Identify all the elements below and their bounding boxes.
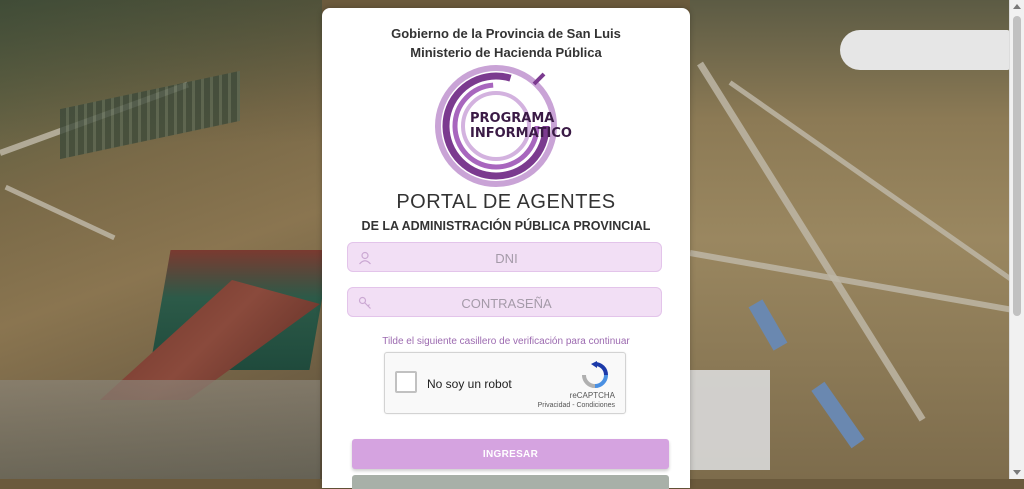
key-icon <box>358 296 371 309</box>
scroll-down-icon[interactable] <box>1013 470 1021 475</box>
government-header: Gobierno de la Provincia de San Luis Min… <box>322 24 690 62</box>
logo-line2: INFORMATICO <box>470 126 572 141</box>
recaptcha-widget: No soy un robot reCAPTCHA Privacidad - C… <box>384 352 626 414</box>
captcha-hint: Tilde el siguiente casillero de verifica… <box>382 336 630 347</box>
recaptcha-links[interactable]: Privacidad - Condiciones <box>538 402 615 409</box>
portal-title: PORTAL DE AGENTES <box>396 191 616 213</box>
logo-line1: PROGRAMA <box>470 111 554 126</box>
recaptcha-icon <box>582 361 608 388</box>
scrollbar-thumb[interactable] <box>1013 16 1021 316</box>
government-name: Gobierno de la Provincia de San Luis <box>391 26 621 41</box>
login-card: Gobierno de la Provincia de San Luis Min… <box>322 8 690 489</box>
password-input[interactable] <box>348 288 665 318</box>
background-right-aerial <box>689 0 1024 479</box>
dni-input[interactable] <box>348 243 665 273</box>
login-button[interactable]: INGRESAR <box>352 439 669 469</box>
recaptcha-label: No soy un robot <box>427 377 512 391</box>
background-left-aerial <box>0 0 331 479</box>
scroll-up-icon[interactable] <box>1013 4 1021 9</box>
portal-subtitle: DE LA ADMINISTRACIÓN PÚBLICA PROVINCIAL <box>361 219 651 233</box>
secondary-button[interactable] <box>352 475 669 489</box>
recaptcha-brand: reCAPTCHA <box>569 391 615 400</box>
ministry-name: Ministerio de Hacienda Pública <box>410 45 602 60</box>
password-field[interactable] <box>347 287 665 318</box>
page-scrollbar[interactable] <box>1009 0 1024 479</box>
recaptcha-checkbox[interactable] <box>395 371 417 393</box>
programa-informatico-logo: PROGRAMA INFORMATICO <box>435 65 572 187</box>
dni-field[interactable] <box>347 242 665 273</box>
user-icon <box>359 251 371 265</box>
